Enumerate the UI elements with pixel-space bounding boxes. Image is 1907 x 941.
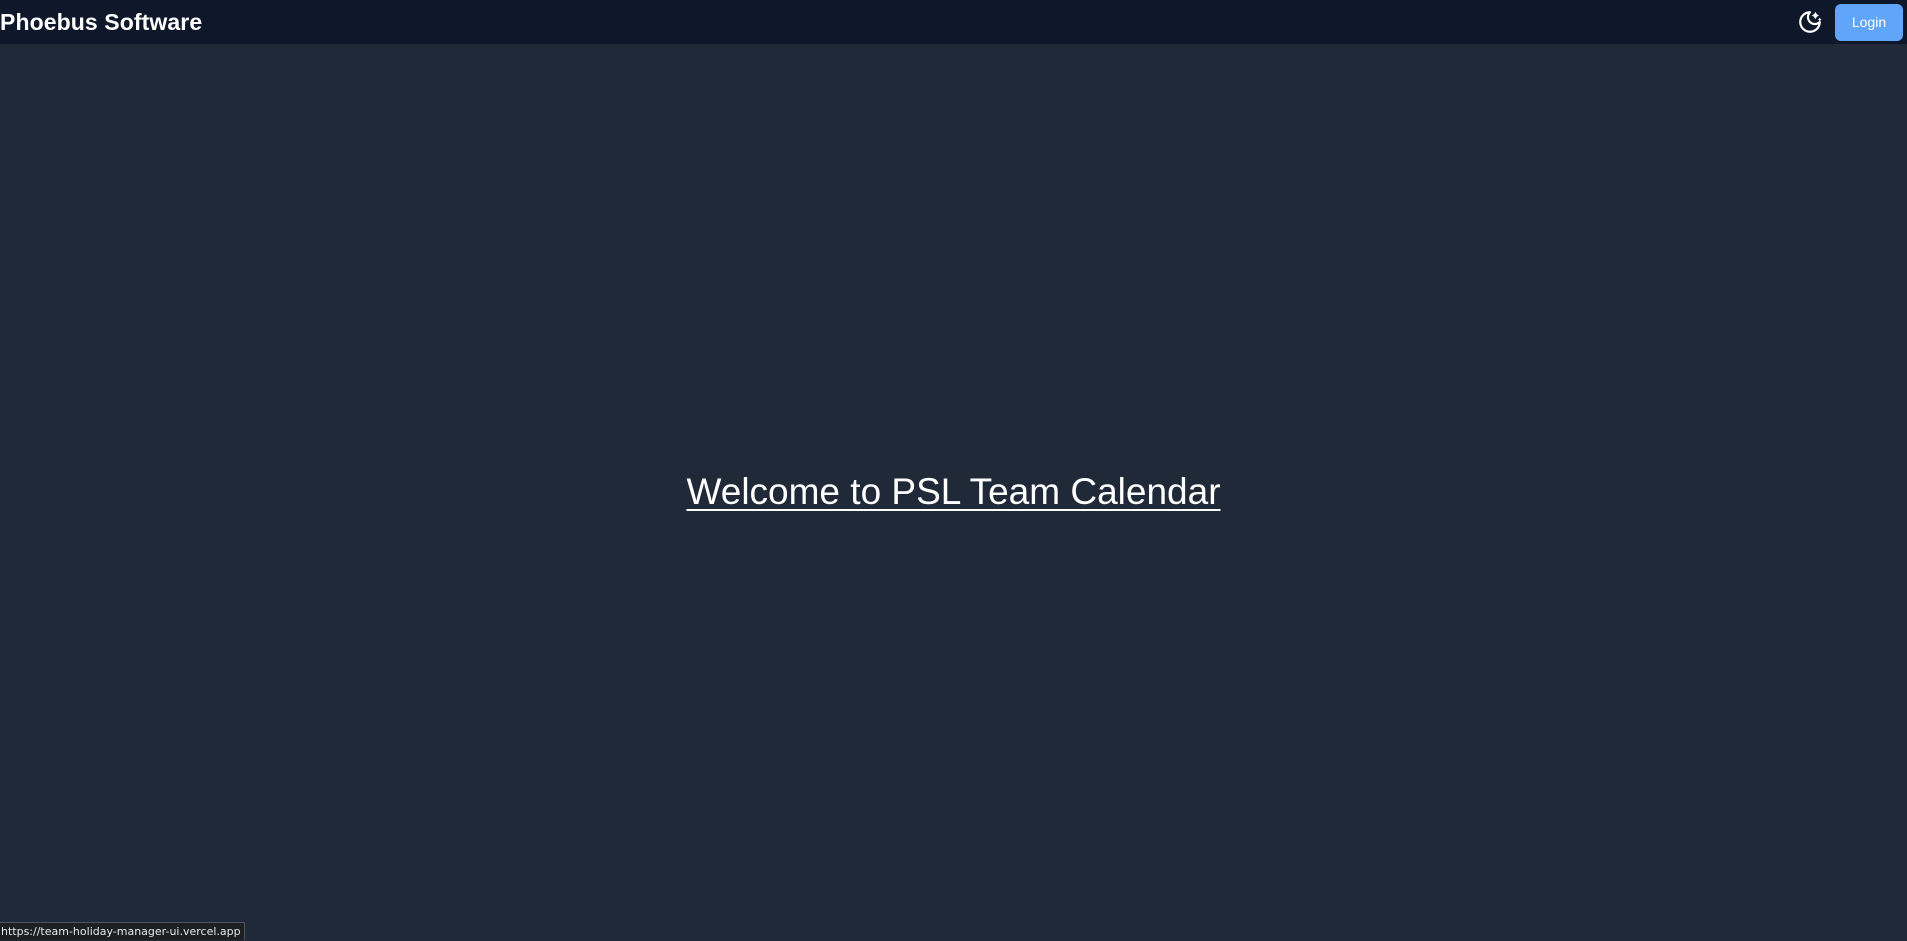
- navbar-right-controls: Login: [1795, 4, 1903, 41]
- top-navbar: Phoebus Software Login: [0, 0, 1907, 44]
- brand-title[interactable]: Phoebus Software: [0, 9, 202, 36]
- status-url-tooltip: https://team-holiday-manager-ui.vercel.a…: [0, 922, 245, 940]
- main-content: Welcome to PSL Team Calendar: [0, 44, 1907, 940]
- welcome-link[interactable]: Welcome to PSL Team Calendar: [686, 471, 1220, 513]
- login-button[interactable]: Login: [1835, 4, 1903, 41]
- theme-toggle-button[interactable]: [1795, 7, 1825, 37]
- moon-stars-icon: [1797, 9, 1823, 35]
